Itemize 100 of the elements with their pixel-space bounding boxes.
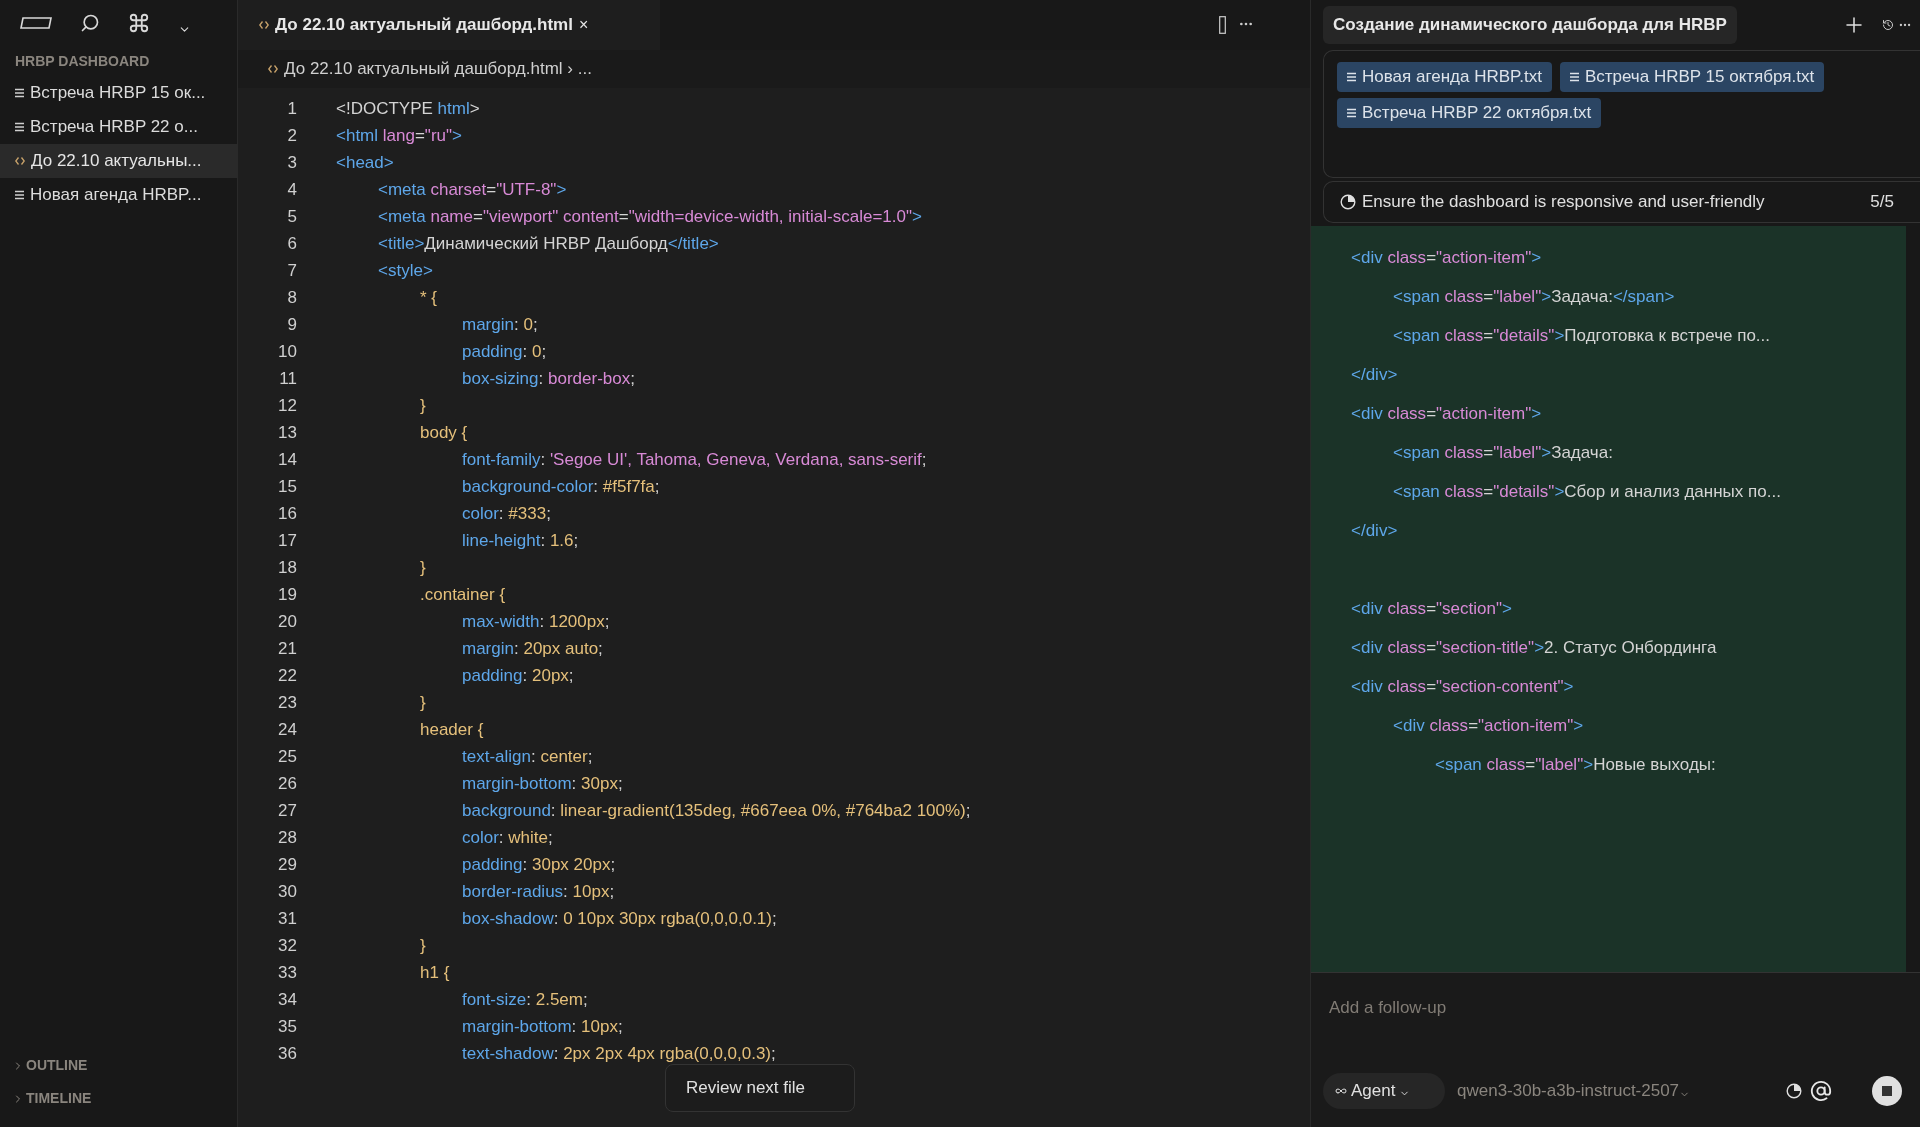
- model-selector[interactable]: qwen3-30b-a3b-instruct-2507: [1457, 1078, 1691, 1104]
- attachment-chip[interactable]: Новая агенда HRBP.txt: [1337, 62, 1552, 92]
- line-number: 18: [277, 556, 297, 579]
- code-line: margin: 20px auto;: [462, 637, 603, 660]
- chat-title: Создание динамического дашборда для HRBP: [1323, 6, 1737, 44]
- code-line: h1 {: [420, 961, 450, 984]
- line-number: 7: [286, 259, 297, 282]
- code-line: box-shadow: 0 10px 30px rgba(0,0,0,0.1);: [462, 907, 777, 930]
- review-next-file-button[interactable]: Review next file: [665, 1064, 855, 1112]
- line-number: 31: [277, 907, 297, 930]
- line-number: 8: [286, 286, 297, 309]
- mention-icon[interactable]: [1810, 1080, 1832, 1102]
- code-line: line-height: 1.6;: [462, 529, 579, 552]
- line-number: 5: [286, 205, 297, 228]
- code-line: <span class="label">Задача:: [1393, 442, 1613, 464]
- follow-up-input[interactable]: Add a follow-up: [1329, 993, 1902, 1023]
- code-line: padding: 20px;: [462, 664, 574, 687]
- file-item[interactable]: До 22.10 актуальны...: [0, 144, 237, 178]
- line-number: 16: [277, 502, 297, 525]
- code-line: </div>: [1351, 520, 1398, 542]
- line-number: 32: [277, 934, 297, 957]
- code-line: <meta charset="UTF-8">: [378, 178, 567, 201]
- code-line: <span class="label">Задача:</span>: [1393, 286, 1675, 308]
- code-line: }: [420, 934, 426, 957]
- code-line: margin-bottom: 10px;: [462, 1015, 623, 1038]
- line-number: 24: [277, 718, 297, 741]
- line-number: 13: [277, 421, 297, 444]
- code-line: margin-bottom: 30px;: [462, 772, 623, 795]
- code-line: <title>Динамический HRBP Дашборд</title>: [378, 232, 719, 255]
- line-number: 33: [277, 961, 297, 984]
- code-line: text-align: center;: [462, 745, 593, 768]
- line-number: 28: [277, 826, 297, 849]
- editor-tab[interactable]: До 22.10 актуальный дашборд.html ×: [238, 0, 660, 50]
- todo-text: Ensure the dashboard is responsive and user-friendly: [1362, 191, 1765, 214]
- code-line: <meta name="viewport" content="width=device-width, initial-scale=1.0">: [378, 205, 922, 228]
- code-file-icon: [259, 20, 269, 30]
- code-line: </div>: [1351, 364, 1398, 386]
- line-number: 36: [277, 1042, 297, 1065]
- line-number: 27: [277, 799, 297, 822]
- line-number: 11: [278, 367, 297, 390]
- text-file-icon: [1347, 108, 1356, 118]
- line-number: 2: [286, 124, 297, 147]
- history-icon[interactable]: [1882, 19, 1894, 31]
- code-line: <html lang="ru">: [336, 124, 462, 147]
- line-number: 4: [286, 178, 297, 201]
- code-line: border-radius: 10px;: [462, 880, 615, 903]
- code-line: background: linear-gradient(135deg, #667eea 0%, #764ba2 100%);: [462, 799, 971, 822]
- code-line: <style>: [378, 259, 433, 282]
- line-number: 1: [286, 97, 297, 120]
- code-line: <span class="details">Сбор и анализ данных по...: [1393, 481, 1781, 503]
- code-line: <div class="section">: [1351, 598, 1512, 620]
- line-number: 34: [277, 988, 297, 1011]
- code-line: <div class="action-item">: [1393, 715, 1584, 737]
- context-usage-icon: [1786, 1083, 1802, 1099]
- line-number: 3: [286, 151, 297, 174]
- split-editor-icon[interactable]: [1219, 16, 1226, 34]
- line-number: 22: [277, 664, 297, 687]
- code-line: <div class="action-item">: [1351, 403, 1542, 425]
- command-icon[interactable]: [128, 12, 150, 34]
- text-file-icon: [15, 122, 24, 132]
- todo-count: 5/5: [1870, 191, 1894, 214]
- code-line: margin: 0;: [462, 313, 538, 336]
- code-line: <head>: [336, 151, 394, 174]
- line-number: 15: [277, 475, 297, 498]
- code-line: <!DOCTYPE html>: [336, 97, 480, 120]
- attachment-chip[interactable]: Встреча HRBP 22 октября.txt: [1337, 98, 1602, 128]
- line-number: 35: [277, 1015, 297, 1038]
- code-line: font-size: 2.5em;: [462, 988, 588, 1011]
- section-header[interactable]: TIMELINE: [0, 1082, 237, 1115]
- line-number: 12: [277, 394, 297, 417]
- agent-mode-button[interactable]: Agent: [1323, 1073, 1445, 1109]
- code-line: <div class="section-content">: [1351, 676, 1574, 698]
- line-number: 25: [277, 745, 297, 768]
- file-item[interactable]: Встреча HRBP 15 ок...: [0, 76, 237, 110]
- text-file-icon: [15, 88, 24, 98]
- code-line: <span class="label">Новые выходы:: [1435, 754, 1716, 776]
- stop-button[interactable]: [1872, 1076, 1902, 1106]
- attachment-chip[interactable]: Встреча HRBP 15 октября.txt: [1559, 62, 1825, 92]
- code-line: body {: [420, 421, 468, 444]
- sidebar-toggle-icon[interactable]: [20, 17, 52, 29]
- code-line: color: #333;: [462, 502, 551, 525]
- text-file-icon: [1347, 72, 1356, 82]
- progress-icon: [1340, 194, 1356, 210]
- line-number: 19: [277, 583, 297, 606]
- line-number: 9: [286, 313, 297, 336]
- section-header[interactable]: OUTLINE: [0, 1049, 237, 1082]
- file-item[interactable]: Новая агенда HRBP...: [0, 178, 237, 212]
- code-line: background-color: #f5f7fa;: [462, 475, 660, 498]
- line-number: 14: [277, 448, 297, 471]
- file-item[interactable]: Встреча HRBP 22 о...: [0, 110, 237, 144]
- code-line: }: [420, 556, 426, 579]
- code-line: padding: 30px 20px;: [462, 853, 616, 876]
- explorer-title: HRBP DASHBOARD: [15, 52, 150, 70]
- code-line: }: [420, 394, 426, 417]
- code-line: color: white;: [462, 826, 553, 849]
- close-tab[interactable]: ×: [578, 13, 589, 37]
- code-line: <span class="details">Подготовка к встрече по...: [1393, 325, 1771, 347]
- breadcrumb[interactable]: До 22.10 актуальный дашборд.html › ...: [284, 56, 592, 82]
- text-file-icon: [1569, 72, 1579, 82]
- search-icon[interactable]: [80, 13, 100, 33]
